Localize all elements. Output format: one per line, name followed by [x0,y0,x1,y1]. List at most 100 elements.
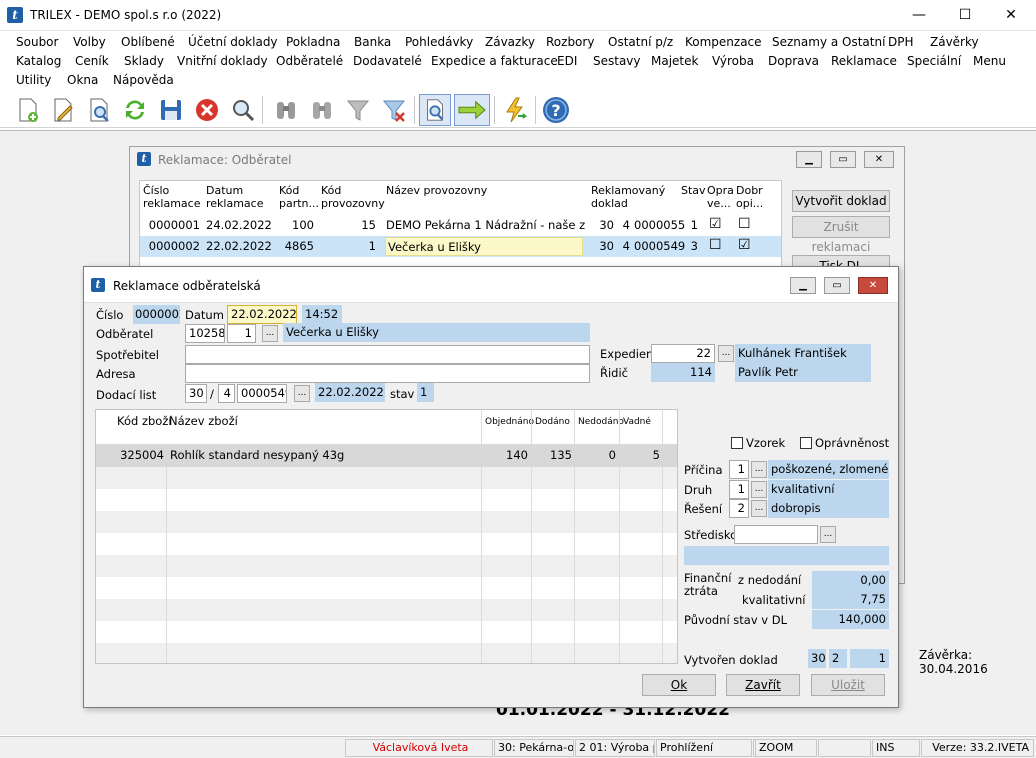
druh-lookup-button[interactable]: ... [751,481,767,498]
save-button[interactable]: Uložit [811,674,885,696]
title-bar[interactable]: t TRILEX - DEMO spol.s r.o (2022) — ☐ ✕ [0,0,1036,31]
new-document-icon[interactable] [12,94,44,126]
odberatel-provozovna-field[interactable]: 1 [227,324,256,343]
col-header-datum[interactable]: Datum [206,184,264,197]
dialog-minimize-button[interactable]: ▁ [790,277,816,294]
claim-dialog-titlebar[interactable]: t Reklamace odběratelská ▁ ▭ ✕ [84,267,898,303]
opravnenost-checkbox[interactable] [800,437,812,449]
col-header-dobropis[interactable]: Dobr [736,184,763,197]
filter-icon[interactable] [342,94,374,126]
menu-reklamace[interactable]: Reklamace [831,54,897,68]
binoculars-next-icon[interactable] [306,94,338,126]
menu-ostatni-pz[interactable]: Ostatní p/z [608,35,673,49]
col-header-doklad[interactable]: Reklamovaný [591,184,665,197]
dialog-maximize-button[interactable]: ▭ [824,277,850,294]
dl-field-3[interactable]: 0000549 [237,384,287,403]
menu-banka[interactable]: Banka [354,35,391,49]
datum-field[interactable]: 22.02.2022 [227,305,297,324]
zoom-document-icon[interactable] [419,94,451,126]
save-icon[interactable] [155,94,187,126]
menu-oblibene[interactable]: Oblíbené [121,35,175,49]
oprava-checkbox[interactable]: ☐ [709,237,722,253]
col-header-oprava[interactable]: Opra [707,184,734,197]
menu-pohledavky[interactable]: Pohledávky [405,35,473,49]
stredisko-field[interactable] [734,525,818,544]
adresa-field[interactable] [185,364,590,383]
dl-lookup-button[interactable]: ... [294,385,310,402]
preview-document-icon[interactable] [83,94,115,126]
dobropis-checkbox[interactable]: ☑ [738,237,751,253]
odberatel-code-field[interactable]: 102580 [185,324,225,343]
col-header-cislo[interactable]: Číslo [143,184,201,197]
menu-doprava[interactable]: Doprava [768,54,819,68]
menu-menu[interactable]: Menu [973,54,1006,68]
dl-field-2[interactable]: 4 [218,384,235,403]
edit-document-icon[interactable] [47,94,79,126]
close-dialog-button[interactable]: Zavřít [726,674,800,696]
table-row-selected[interactable]: 0000002 22.02.2022 4865 1 Večerka u Eliš… [140,236,781,257]
menu-sestavy[interactable]: Sestavy [593,54,641,68]
menu-rozbory[interactable]: Rozbory [546,35,594,49]
pricina-lookup-button[interactable]: ... [751,461,767,478]
oprava-checkbox[interactable]: ☑ [709,216,722,232]
menu-dodavatele[interactable]: Dodavatelé [353,54,422,68]
col-header-nedodano[interactable]: Nedodáno [578,416,624,429]
menu-odberatele[interactable]: Odběratelé [276,54,343,68]
menu-pokladna[interactable]: Pokladna [286,35,340,49]
col-header-kod-zbozi[interactable]: Kód zboží [117,415,172,428]
menu-seznamy-a-ostatni[interactable]: Seznamy a Ostatní [772,35,885,49]
claims-list-titlebar[interactable]: t Reklamace: Odběratel ▁ ▭ ✕ [130,147,904,174]
reseni-code-field[interactable]: 2 [729,499,749,518]
expedient-lookup-button[interactable]: ... [718,345,734,362]
menu-zaverky[interactable]: Závěrky [930,35,979,49]
minimize-button[interactable]: — [896,0,942,31]
menu-katalog[interactable]: Katalog [16,54,61,68]
reseni-lookup-button[interactable]: ... [751,500,767,517]
druh-code-field[interactable]: 1 [729,480,749,499]
dobropis-checkbox[interactable]: ☐ [738,216,751,232]
menu-kompenzace[interactable]: Kompenzace [685,35,762,49]
table-row[interactable]: 0000001 24.02.2022 100 15 DEMO Pekárna 1… [140,215,781,236]
menu-vnitrni-doklady[interactable]: Vnitřní doklady [177,54,268,68]
cancel-icon[interactable] [191,94,223,126]
pricina-code-field[interactable]: 1 [729,460,749,479]
col-header-nazev-zbozi[interactable]: Název zboží [169,415,238,428]
search-icon[interactable] [227,94,259,126]
col-header-vadne[interactable]: Vadné [623,416,651,429]
menu-dph[interactable]: DPH [888,35,914,49]
close-button[interactable]: ✕ [988,0,1034,31]
col-header-kod-partnera[interactable]: Kód [279,184,319,197]
menu-utility[interactable]: Utility [16,73,51,87]
menu-majetek[interactable]: Majetek [651,54,698,68]
menu-volby[interactable]: Volby [73,35,106,49]
spotrebitel-field[interactable] [185,345,590,364]
refresh-icon[interactable] [119,94,151,126]
menu-edi[interactable]: EDI [557,54,577,68]
menu-zavazky[interactable]: Závazky [485,35,535,49]
remove-filter-icon[interactable] [378,94,410,126]
menu-soubor[interactable]: Soubor [16,35,58,49]
menu-vyroba[interactable]: Výroba [712,54,754,68]
lightning-icon[interactable] [499,94,531,126]
menu-ucetni-doklady[interactable]: Účetní doklady [188,35,278,49]
window-maximize-button[interactable]: ▭ [830,151,856,168]
window-close-button[interactable]: ✕ [864,151,894,168]
col-header-nazev[interactable]: Název provozovny [386,184,487,197]
binoculars-icon[interactable] [270,94,302,126]
menu-expedice-a-fakturace[interactable]: Expedice a fakturace [431,54,558,68]
dialog-close-button[interactable]: ✕ [858,277,888,294]
menu-sklady[interactable]: Sklady [124,54,164,68]
create-document-button[interactable]: Vytvořit doklad [792,190,890,212]
col-header-dodano[interactable]: Dodáno [535,416,570,429]
menu-specialni[interactable]: Speciální [907,54,961,68]
expedient-code-field[interactable]: 22 [651,344,715,363]
table-row-selected[interactable]: 325004 Rohlík standard nesypaný 43g 140 … [96,445,677,467]
odberatel-lookup-button[interactable]: ... [262,325,278,342]
cancel-claim-button[interactable]: Zrušit reklamaci [792,216,890,254]
vzorek-checkbox[interactable] [731,437,743,449]
help-icon[interactable]: ? [540,94,572,126]
col-header-objednano[interactable]: Objednáno [485,416,534,429]
col-header-stav[interactable]: Stav [681,184,706,197]
dl-field-1[interactable]: 30 [185,384,207,403]
menu-cenik[interactable]: Ceník [75,54,109,68]
